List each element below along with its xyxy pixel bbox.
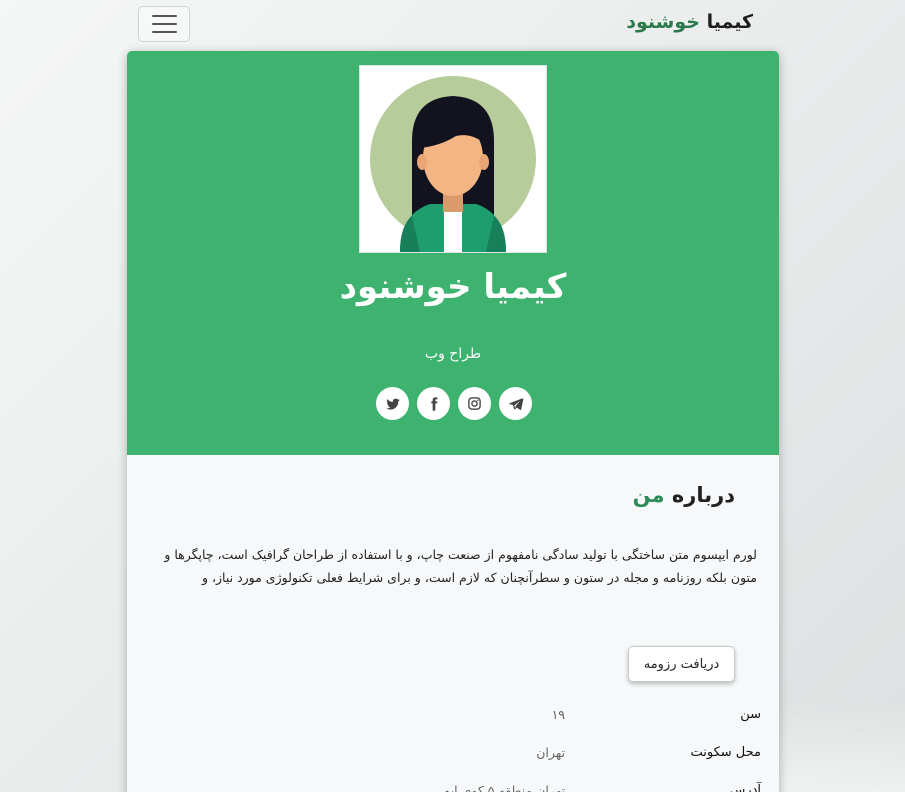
brand-logo[interactable]: کیمیا خوشنود [626,11,753,33]
telegram-icon [508,397,523,410]
info-row-address: آدرس تهران منطقه ۵ کوی ایم [127,783,779,792]
profile-header: کیمیا خوشنود طراح وب [127,51,779,455]
navbar: کیمیا خوشنود [0,0,905,48]
job-title: طراح وب [424,346,482,362]
profile-name: کیمیا خوشنود [339,267,567,307]
download-resume-button[interactable]: دریافت رزومه [628,646,735,682]
social-links [376,387,532,420]
info-label: آدرس [729,783,761,792]
info-value: تهران منطقه ۵ کوی ایم [442,783,565,792]
facebook-icon [430,396,437,411]
info-label: سن [740,707,761,722]
about-title: درباره من [633,483,735,507]
woman-avatar-illustration [370,76,536,252]
hamburger-menu-icon [151,15,177,17]
background-decoration [765,700,905,792]
info-value: ۱۹ [551,707,565,722]
about-text: لورم ایپسوم متن ساختگی با تولید سادگی نا… [164,547,757,585]
brand-first-name: کیمیا [706,11,753,33]
instagram-link[interactable] [458,387,491,420]
info-label: محل سکونت [690,745,761,760]
profile-card: کیمیا خوشنود طراح وب درباره من لورم ایپس… [127,51,779,792]
instagram-icon [468,397,481,410]
info-row-age: سن ۱۹ [127,707,779,731]
avatar [359,65,547,253]
facebook-link[interactable] [417,387,450,420]
info-value: تهران [536,745,565,760]
navbar-toggler-button[interactable] [138,6,190,42]
telegram-link[interactable] [499,387,532,420]
twitter-icon [385,398,400,410]
twitter-link[interactable] [376,387,409,420]
about-title-accent: من [632,483,665,507]
info-row-residence: محل سکونت تهران [127,745,779,769]
brand-last-name: خوشنود [626,11,700,33]
about-title-first: درباره [671,483,735,507]
